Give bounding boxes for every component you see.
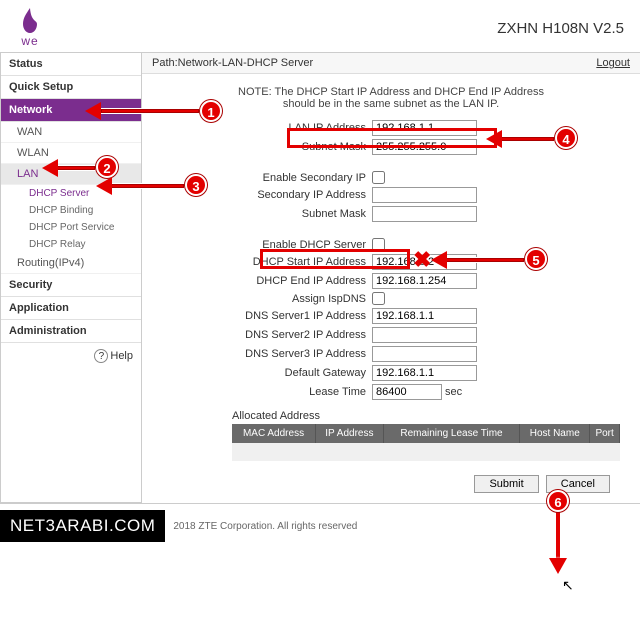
gateway-label: Default Gateway	[222, 367, 372, 379]
sidebar-item-routing[interactable]: Routing(IPv4)	[1, 253, 141, 274]
sidebar-item-dhcp-binding[interactable]: DHCP Binding	[1, 202, 141, 219]
col-port: Port	[590, 424, 620, 443]
sidebar: Status Quick Setup Network WAN WLAN LAN …	[0, 53, 142, 503]
help-link[interactable]: ?Help	[1, 343, 141, 369]
flame-icon	[20, 8, 40, 34]
lease-unit: sec	[445, 386, 462, 398]
annotation-box	[260, 249, 410, 269]
assign-ispdns-label: Assign IspDNS	[222, 293, 372, 305]
header: we ZXHN H108N V2.5	[0, 0, 640, 52]
secondary-ip-label: Secondary IP Address	[222, 189, 372, 201]
footer-brand: NET3ARABI.COM	[0, 510, 165, 542]
allocated-table: MAC Address IP Address Remaining Lease T…	[232, 424, 620, 461]
cursor-icon: ↖	[562, 577, 574, 594]
sidebar-item-security[interactable]: Security	[1, 274, 141, 297]
dns1-label: DNS Server1 IP Address	[222, 310, 372, 322]
table-row	[232, 443, 620, 461]
sidebar-item-wlan[interactable]: WLAN	[1, 143, 141, 164]
breadcrumb: Path:Network-LAN-DHCP Server	[152, 57, 313, 69]
secondary-ip-input[interactable]	[372, 187, 477, 203]
col-remaining: Remaining Lease Time	[383, 424, 520, 443]
sidebar-item-quick-setup[interactable]: Quick Setup	[1, 76, 141, 99]
brand-logo: we	[20, 8, 40, 48]
annotation-arrowhead	[549, 558, 567, 574]
help-icon: ?	[94, 349, 108, 363]
dns2-input[interactable]	[372, 327, 477, 343]
model-label: ZXHN H108N V2.5	[497, 20, 624, 37]
path-bar: Path:Network-LAN-DHCP Server Logout	[142, 53, 640, 74]
sidebar-item-wan[interactable]: WAN	[1, 122, 141, 143]
copyright: 2018 ZTE Corporation. All rights reserve…	[173, 521, 357, 532]
secondary-subnet-input[interactable]	[372, 206, 477, 222]
logout-link[interactable]: Logout	[596, 57, 630, 69]
assign-ispdns-checkbox[interactable]	[372, 292, 385, 305]
col-mac: MAC Address	[232, 424, 316, 443]
help-label: Help	[110, 350, 133, 362]
allocated-header: Allocated Address	[232, 410, 640, 422]
annotation-x-icon: ✖	[413, 247, 431, 273]
dhcp-end-label: DHCP End IP Address	[222, 275, 372, 287]
sidebar-item-dhcp-port-service[interactable]: DHCP Port Service	[1, 219, 141, 236]
brand-text: we	[20, 34, 40, 48]
annotation-box	[287, 128, 497, 148]
sidebar-item-lan[interactable]: LAN	[1, 164, 141, 185]
dns1-input[interactable]	[372, 308, 477, 324]
enable-secondary-label: Enable Secondary IP	[222, 172, 372, 184]
submit-button[interactable]: Submit	[474, 475, 538, 493]
sidebar-item-status[interactable]: Status	[1, 53, 141, 76]
sidebar-item-dhcp-server[interactable]: DHCP Server	[1, 185, 141, 202]
gateway-input[interactable]	[372, 365, 477, 381]
lease-label: Lease Time	[222, 386, 372, 398]
note-text: NOTE: The DHCP Start IP Address and DHCP…	[221, 86, 561, 110]
col-ip: IP Address	[316, 424, 384, 443]
dns2-label: DNS Server2 IP Address	[222, 329, 372, 341]
footer: NET3ARABI.COM 2018 ZTE Corporation. All …	[0, 503, 640, 548]
col-host: Host Name	[520, 424, 590, 443]
sidebar-item-network[interactable]: Network	[1, 99, 141, 122]
cancel-button[interactable]: Cancel	[546, 475, 610, 493]
dns3-label: DNS Server3 IP Address	[222, 348, 372, 360]
dhcp-end-input[interactable]	[372, 273, 477, 289]
secondary-subnet-label: Subnet Mask	[222, 208, 372, 220]
dns3-input[interactable]	[372, 346, 477, 362]
sidebar-item-dhcp-relay[interactable]: DHCP Relay	[1, 236, 141, 253]
sidebar-item-application[interactable]: Application	[1, 297, 141, 320]
sidebar-item-administration[interactable]: Administration	[1, 320, 141, 343]
enable-secondary-checkbox[interactable]	[372, 171, 385, 184]
lease-input[interactable]	[372, 384, 442, 400]
content: Path:Network-LAN-DHCP Server Logout NOTE…	[142, 53, 640, 503]
